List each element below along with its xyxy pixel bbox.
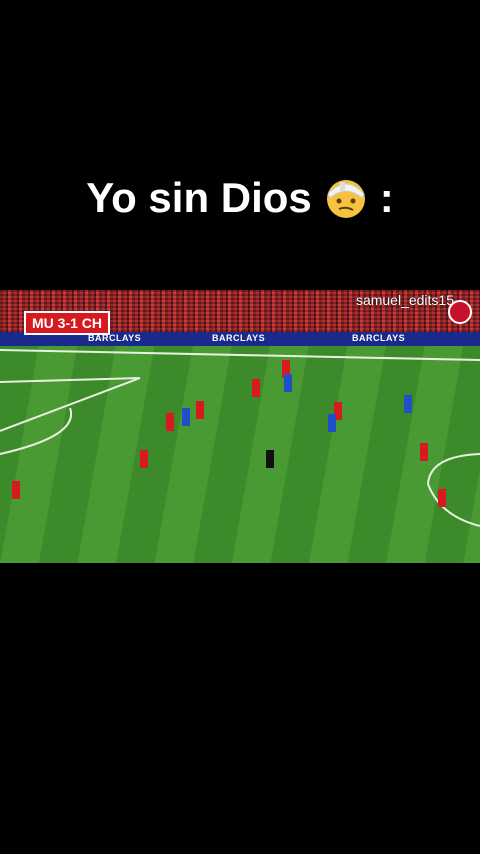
ad-text: BARCLAYS xyxy=(352,333,406,343)
caption-text: Yo sin Dios xyxy=(86,174,312,221)
player-home xyxy=(438,489,446,507)
player-home xyxy=(196,401,204,419)
player-home xyxy=(140,450,148,468)
caption-suffix: : xyxy=(379,174,394,221)
player-home xyxy=(420,443,428,461)
caption: Yo sin Dios : xyxy=(0,168,480,228)
player-home xyxy=(252,379,260,397)
club-crest-icon xyxy=(448,300,472,324)
player-away xyxy=(284,374,292,392)
video-frame[interactable]: BARCLAYS BARCLAYS BARCLAYS MU 3-1 CH sam… xyxy=(0,290,480,563)
football-pitch xyxy=(0,346,480,563)
ad-text: BARCLAYS xyxy=(212,333,266,343)
watermark: samuel_edits15 xyxy=(355,292,454,308)
player-home xyxy=(12,481,20,499)
player-away xyxy=(404,395,412,413)
referee xyxy=(266,450,274,468)
scoreboard: MU 3-1 CH xyxy=(24,311,111,335)
player-away xyxy=(182,408,190,426)
head-bandage-emoji-icon xyxy=(324,176,368,220)
player-home xyxy=(166,413,174,431)
player-away xyxy=(328,414,336,432)
